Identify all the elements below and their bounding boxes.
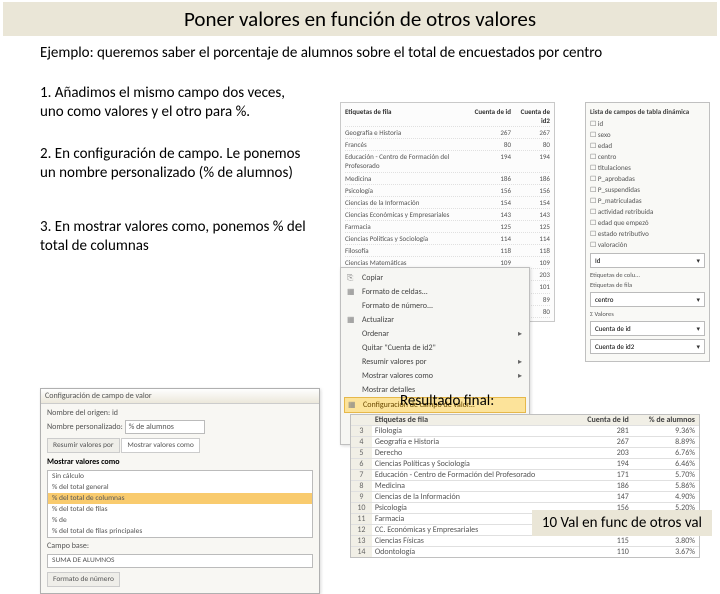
field-checkbox[interactable]: id — [590, 118, 705, 129]
tab-summarize[interactable]: Resumir valores por — [47, 438, 120, 453]
slide-subtitle: Ejemplo: queremos saber el porcentaje de… — [0, 36, 720, 70]
value-field-settings-dialog: Configuración de campo de valor Nombre d… — [40, 388, 320, 594]
field-checkbox[interactable]: valoración — [590, 239, 705, 250]
show-as-option[interactable]: % del total general — [48, 482, 312, 493]
menu-refresh[interactable]: Actualizar — [344, 313, 526, 327]
base-field-value: SUMA DE ALUMNOS — [48, 555, 312, 566]
pivot-row: Farmacia125125 — [345, 221, 550, 233]
show-as-option[interactable]: Sin cálculo — [48, 471, 312, 482]
values-zone: Σ Valores — [590, 310, 705, 318]
step-2: 2. En configuración de campo. Le ponemos… — [40, 145, 310, 184]
pivot-row: Filosofía118118 — [345, 245, 550, 257]
pivot-row: Geografía e Historia267267 — [345, 127, 550, 139]
fieldlist-title: Lista de campos de tabla dinámica — [590, 107, 705, 116]
field-checkbox[interactable]: P_matriculadas — [590, 195, 705, 206]
result-header-pct: % de alumnos — [633, 415, 699, 425]
result-label: Resultado final: — [400, 392, 494, 410]
dialog-title: Configuración de campo de valor — [41, 389, 319, 404]
result-header-rows: Etiquetas de fila — [372, 415, 567, 425]
result-row: 5Derecho2036.76% — [351, 447, 699, 458]
result-row: 7Educación - Centro de Formación del Pro… — [351, 469, 699, 480]
pivot-header-count: Cuenta de id — [472, 107, 511, 125]
pivot-header-count2: Cuenta de id2 — [511, 107, 550, 125]
pivot-row: Medicina186186 — [345, 173, 550, 185]
field-checkbox[interactable]: centro — [590, 151, 705, 162]
custom-name-label: Nombre personalizado: — [47, 422, 123, 432]
result-row: 4Geografía e Historia2678.89% — [351, 436, 699, 447]
pivot-row: Francés8080 — [345, 139, 550, 151]
pivot-row: Ciencias Políticas y Sociología114114 — [345, 233, 550, 245]
result-row: 3Filología2819.36% — [351, 425, 699, 436]
menu-show-as[interactable]: Mostrar valores como — [344, 369, 526, 383]
result-row: 14Odontología1103.67% — [351, 546, 699, 557]
menu-summarize[interactable]: Resumir valores por — [344, 355, 526, 369]
base-field-label: Campo base: — [47, 541, 89, 551]
pivot-row: Educación - Centro de Formación del Prof… — [345, 151, 550, 172]
menu-sort[interactable]: Ordenar — [344, 327, 526, 341]
pivot-header-rows: Etiquetas de fila — [345, 107, 472, 125]
custom-name-input[interactable]: % de alumnos — [125, 420, 205, 434]
field-checkbox[interactable]: P_aprobadas — [590, 173, 705, 184]
pivot-row: Ciencias Económicas y Empresariales14314… — [345, 209, 550, 221]
result-table: Etiquetas de fila Cuenta de id % de alum… — [350, 414, 700, 558]
fieldlist-filter[interactable]: Id — [590, 253, 705, 268]
field-checkbox[interactable]: sexo — [590, 129, 705, 140]
show-as-option[interactable]: % del total de columnas — [48, 493, 312, 504]
field-checkbox[interactable]: P_suspendidas — [590, 184, 705, 195]
menu-remove[interactable]: Quitar "Cuenta de id2" — [344, 341, 526, 355]
slide-title: Poner valores en función de otros valore… — [3, 2, 717, 36]
col-labels-zone: Etiquetas de colu... — [590, 271, 705, 279]
show-as-options[interactable]: Sin cálculo% del total general% del tota… — [47, 470, 313, 538]
row-labels-zone: Etiquetas de fila — [590, 281, 705, 289]
field-checkbox[interactable]: titulaciones — [590, 162, 705, 173]
result-row: 9Ciencias de la Información1474.90% — [351, 491, 699, 502]
step-3: 3. En mostrar valores como, ponemos % de… — [40, 218, 310, 257]
show-as-option[interactable]: % del total de filas principales — [48, 526, 312, 537]
value-field-2[interactable]: Cuenta de id2 — [590, 339, 705, 354]
field-checkbox[interactable]: estado retributivo — [590, 228, 705, 239]
field-checkbox[interactable]: edad que empezó — [590, 217, 705, 228]
field-checkbox[interactable]: edad — [590, 140, 705, 151]
menu-copy[interactable]: Copiar — [344, 271, 526, 285]
pivot-field-list: Lista de campos de tabla dinámica idsexo… — [585, 102, 710, 362]
result-row: 13Ciencias Físicas1153.80% — [351, 535, 699, 546]
menu-number-format[interactable]: Formato de número... — [344, 299, 526, 313]
field-checkbox[interactable]: actividad retribuida — [590, 206, 705, 217]
step-1: 1. Añadimos el mismo campo dos veces, un… — [40, 84, 310, 123]
result-row: 8Medicina1865.86% — [351, 480, 699, 491]
show-as-option[interactable]: % de — [48, 515, 312, 526]
show-as-option[interactable]: % del total de filas — [48, 504, 312, 515]
footer-note: 10 Val en func de otros val — [532, 510, 712, 536]
source-name: Nombre del origen: id — [47, 408, 313, 418]
pivot-row: Ciencias de la Información154154 — [345, 197, 550, 209]
value-field-1[interactable]: Cuenta de id — [590, 321, 705, 336]
menu-format-cells[interactable]: Formato de celdas... — [344, 285, 526, 299]
number-format-button[interactable]: Formato de número — [47, 572, 120, 587]
tab-show-as[interactable]: Mostrar valores como — [121, 438, 200, 453]
row-field-centro[interactable]: centro — [590, 292, 705, 307]
result-row: 6Ciencias Políticas y Sociología1946.46% — [351, 458, 699, 469]
show-values-as-label: Mostrar valores como — [47, 457, 313, 467]
result-header-count: Cuenta de id — [567, 415, 633, 425]
pivot-row: Psicología156156 — [345, 185, 550, 197]
